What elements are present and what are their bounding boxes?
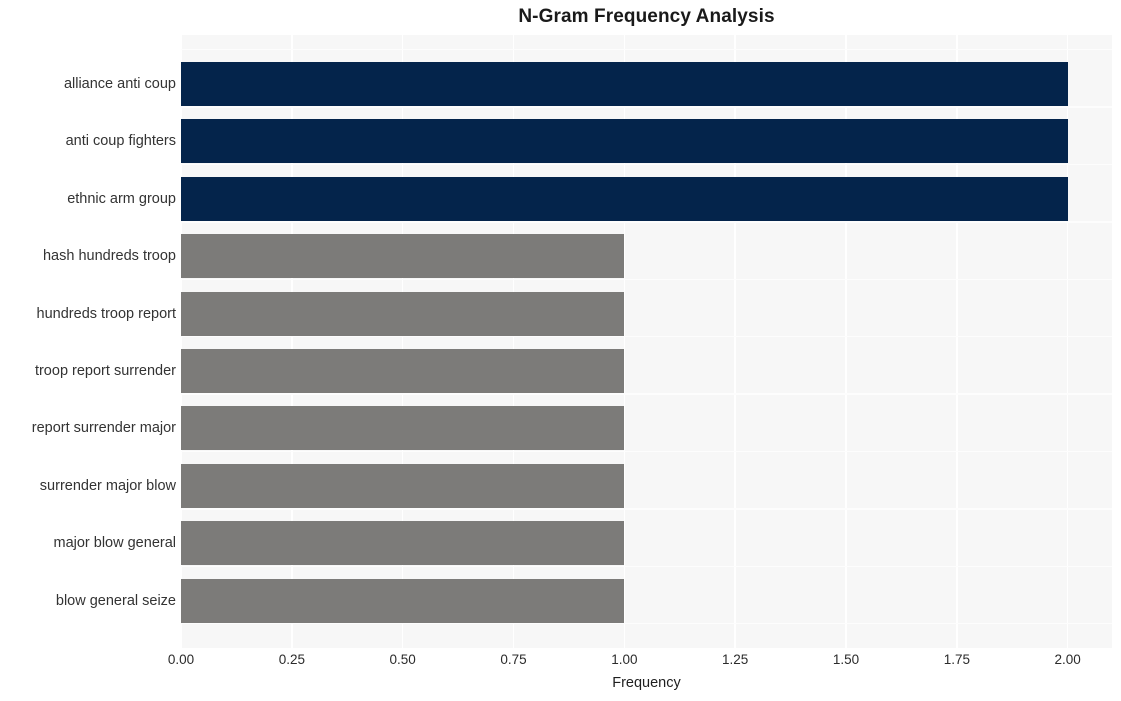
gridline-horizontal — [181, 106, 1112, 108]
y-axis-tick-label: troop report surrender — [34, 363, 176, 379]
bar[interactable] — [181, 521, 625, 566]
x-axis-tick-label: 1.50 — [832, 652, 860, 667]
bar[interactable] — [181, 463, 625, 508]
bar[interactable] — [181, 234, 625, 279]
x-axis-tick-label: 1.25 — [722, 652, 749, 667]
gridline-horizontal — [181, 278, 1112, 280]
gridline-horizontal — [181, 49, 1112, 51]
x-axis-tick-label: 1.00 — [611, 652, 638, 667]
gridline-horizontal — [181, 221, 1112, 223]
y-axis-tick-label: hundreds troop report — [36, 305, 176, 322]
bar[interactable] — [181, 119, 1068, 164]
x-axis-tick-label: 0.75 — [500, 652, 527, 667]
x-axis-tick-label: 0.00 — [167, 652, 195, 667]
bar[interactable] — [181, 406, 625, 451]
y-axis-tick-label: blow general seize — [55, 592, 176, 609]
bar[interactable] — [181, 349, 625, 393]
gridline-horizontal — [181, 508, 1112, 510]
y-axis-tick-label: surrender major blow — [39, 477, 176, 494]
y-axis-tick-label: alliance anti coup — [63, 76, 176, 92]
gridline-horizontal — [181, 393, 1112, 395]
x-axis-tick-label: 0.50 — [389, 652, 416, 667]
gridline-horizontal — [181, 163, 1112, 166]
gridline-horizontal — [181, 450, 1112, 453]
gridline-horizontal — [181, 565, 1112, 567]
x-axis-tick-label: 2.00 — [1054, 652, 1081, 667]
gridline-horizontal — [181, 623, 1112, 625]
x-axis-label: Frequency — [612, 675, 681, 691]
page-title: N-Gram Frequency Analysis — [518, 6, 775, 27]
y-axis-tick-label: major blow general — [53, 535, 176, 552]
y-axis-tick-label: hash hundreds troop — [42, 248, 176, 265]
x-axis-tick-label: 1.75 — [943, 652, 970, 667]
y-axis-tick-label: ethnic arm group — [67, 190, 176, 207]
bar[interactable] — [181, 62, 1068, 106]
bar[interactable] — [181, 176, 1068, 221]
chart-figure: N-Gram Frequency Analysis Frequency alli… — [0, 0, 1121, 701]
bar[interactable] — [181, 291, 625, 336]
plot-area — [181, 35, 1112, 648]
y-axis-tick-label: anti coup fighters — [65, 133, 176, 150]
bar[interactable] — [181, 578, 625, 623]
gridline-horizontal — [181, 336, 1112, 338]
y-axis-tick-label: report surrender major — [31, 420, 176, 437]
x-axis-tick-label: 0.25 — [278, 652, 305, 667]
